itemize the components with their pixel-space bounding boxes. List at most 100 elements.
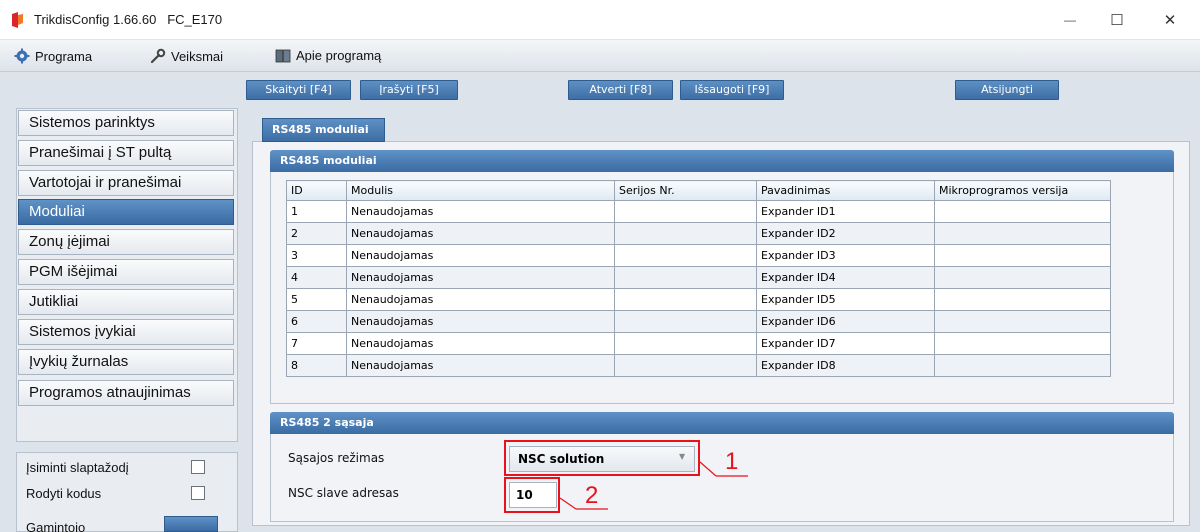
col-header-id[interactable]: ID [286, 180, 347, 201]
menu-bar: Programa Veiksmai Apie programą [0, 40, 1200, 72]
sidebar-item-moduliai[interactable]: Moduliai [18, 199, 234, 225]
cell-id: 6 [286, 310, 347, 333]
sidebar-item-jutikliai[interactable]: Jutikliai [18, 289, 234, 315]
table-row[interactable]: 5 Nenaudojamas Expander ID5 [286, 288, 1111, 311]
cell-mikroprogramos-versija [934, 200, 1111, 223]
cell-modulis[interactable]: Nenaudojamas [346, 244, 615, 267]
menu-veiksmai[interactable]: Veiksmai [150, 48, 223, 64]
write-button[interactable]: Įrašyti [F5] [360, 80, 458, 100]
cell-serijos-nr [614, 222, 757, 245]
cell-serijos-nr [614, 332, 757, 355]
cell-serijos-nr [614, 200, 757, 223]
cell-modulis[interactable]: Nenaudojamas [346, 310, 615, 333]
remember-password-checkbox[interactable] [191, 460, 205, 474]
cell-mikroprogramos-versija [934, 222, 1111, 245]
rs485-2-interface-group-title: RS485 2 sąsaja [270, 412, 1174, 434]
cell-modulis[interactable]: Nenaudojamas [346, 222, 615, 245]
col-header-serijos-nr[interactable]: Serijos Nr. [614, 180, 757, 201]
book-icon [275, 49, 291, 62]
close-icon: ✕ [1163, 12, 1177, 29]
menu-programa[interactable]: Programa [14, 48, 92, 64]
annotation-box-1 [504, 440, 700, 476]
manufacturer-label: Gamintojo [26, 520, 86, 532]
cell-serijos-nr [614, 310, 757, 333]
wrench-icon [150, 48, 166, 64]
close-button[interactable]: ✕ [1150, 6, 1190, 34]
sidebar-item-zonu-iejimai[interactable]: Zonų įėjimai [18, 229, 234, 255]
interface-mode-label: Sąsajos režimas [288, 451, 385, 465]
nsc-slave-address-label: NSC slave adresas [288, 486, 399, 500]
title-bar: TrikdisConfig 1.66.60 FC_E170 — ☐ ✕ [0, 0, 1200, 40]
cell-mikroprogramos-versija [934, 310, 1111, 333]
annotation-box-2 [504, 477, 560, 513]
cell-id: 8 [286, 354, 347, 377]
sidebar-item-ivykiu-zurnalas[interactable]: Įvykių žurnalas [18, 349, 234, 375]
disconnect-button[interactable]: Atsijungti [955, 80, 1059, 100]
cell-modulis[interactable]: Nenaudojamas [346, 288, 615, 311]
open-button[interactable]: Atverti [F8] [568, 80, 673, 100]
remember-password-label: Įsiminti slaptažodį [26, 460, 129, 475]
minimize-button[interactable]: — [1050, 6, 1090, 34]
minimize-icon: — [1064, 13, 1076, 27]
save-button[interactable]: Išsaugoti [F9] [680, 80, 784, 100]
tab-rs485-moduliai[interactable]: RS485 moduliai [262, 118, 385, 142]
table-row[interactable]: 1 Nenaudojamas Expander ID1 [286, 200, 1111, 223]
cell-mikroprogramos-versija [934, 332, 1111, 355]
cell-pavadinimas[interactable]: Expander ID5 [756, 288, 935, 311]
table-row[interactable]: 7 Nenaudojamas Expander ID7 [286, 332, 1111, 355]
cell-mikroprogramos-versija [934, 244, 1111, 267]
col-header-mikroprogramos-versija[interactable]: Mikroprogramos versija [934, 180, 1111, 201]
cell-modulis[interactable]: Nenaudojamas [346, 266, 615, 289]
menu-veiksmai-label: Veiksmai [171, 48, 224, 64]
table-row[interactable]: 3 Nenaudojamas Expander ID3 [286, 244, 1111, 267]
cell-pavadinimas[interactable]: Expander ID1 [756, 200, 935, 223]
cell-pavadinimas[interactable]: Expander ID2 [756, 222, 935, 245]
maximize-button[interactable]: ☐ [1097, 6, 1137, 34]
sidebar-item-pgm-isejimai[interactable]: PGM išėjimai [18, 259, 234, 285]
maximize-icon: ☐ [1110, 12, 1124, 29]
cell-id: 1 [286, 200, 347, 223]
menu-apie-programa[interactable]: Apie programą [275, 48, 381, 63]
cell-mikroprogramos-versija [934, 266, 1111, 289]
cell-id: 2 [286, 222, 347, 245]
cell-pavadinimas[interactable]: Expander ID3 [756, 244, 935, 267]
cell-modulis[interactable]: Nenaudojamas [346, 200, 615, 223]
col-header-pavadinimas[interactable]: Pavadinimas [756, 180, 935, 201]
menu-apie-label: Apie programą [296, 48, 382, 63]
cell-id: 5 [286, 288, 347, 311]
menu-programa-label: Programa [35, 48, 93, 64]
cell-pavadinimas[interactable]: Expander ID4 [756, 266, 935, 289]
cell-pavadinimas[interactable]: Expander ID7 [756, 332, 935, 355]
annotation-marker-1: 1 [725, 448, 739, 475]
col-header-modulis[interactable]: Modulis [346, 180, 615, 201]
cell-pavadinimas[interactable]: Expander ID6 [756, 310, 935, 333]
window-title: TrikdisConfig 1.66.60 FC_E170 [34, 12, 223, 27]
table-row[interactable]: 6 Nenaudojamas Expander ID6 [286, 310, 1111, 333]
cell-mikroprogramos-versija [934, 354, 1111, 377]
cell-serijos-nr [614, 266, 757, 289]
read-button[interactable]: Skaityti [F4] [246, 80, 351, 100]
sidebar-item-sistemos-ivykiai[interactable]: Sistemos įvykiai [18, 319, 234, 345]
table-row[interactable]: 8 Nenaudojamas Expander ID8 [286, 354, 1111, 377]
cell-id: 7 [286, 332, 347, 355]
cell-serijos-nr [614, 354, 757, 377]
sidebar-item-programos-atnaujinimas[interactable]: Programos atnaujinimas [18, 380, 234, 406]
cell-serijos-nr [614, 244, 757, 267]
app-logo-icon [12, 12, 23, 28]
rs485-2-interface-group [270, 434, 1174, 522]
gear-icon [14, 48, 30, 64]
manufacturer-button[interactable] [164, 516, 218, 532]
cell-modulis[interactable]: Nenaudojamas [346, 354, 615, 377]
sidebar-item-pranesimai-st-pulta[interactable]: Pranešimai į ST pultą [18, 140, 234, 166]
show-codes-checkbox[interactable] [191, 486, 205, 500]
annotation-marker-2: 2 [585, 482, 599, 509]
cell-id: 4 [286, 266, 347, 289]
modules-table: ID Modulis Serijos Nr. Pavadinimas Mikro… [286, 180, 1111, 377]
cell-pavadinimas[interactable]: Expander ID8 [756, 354, 935, 377]
sidebar-item-vartotojai[interactable]: Vartotojai ir pranešimai [18, 170, 234, 196]
cell-modulis[interactable]: Nenaudojamas [346, 332, 615, 355]
sidebar-item-sistemos-parinktys[interactable]: Sistemos parinktys [18, 110, 234, 136]
table-row[interactable]: 4 Nenaudojamas Expander ID4 [286, 266, 1111, 289]
show-codes-label: Rodyti kodus [26, 486, 102, 501]
table-row[interactable]: 2 Nenaudojamas Expander ID2 [286, 222, 1111, 245]
